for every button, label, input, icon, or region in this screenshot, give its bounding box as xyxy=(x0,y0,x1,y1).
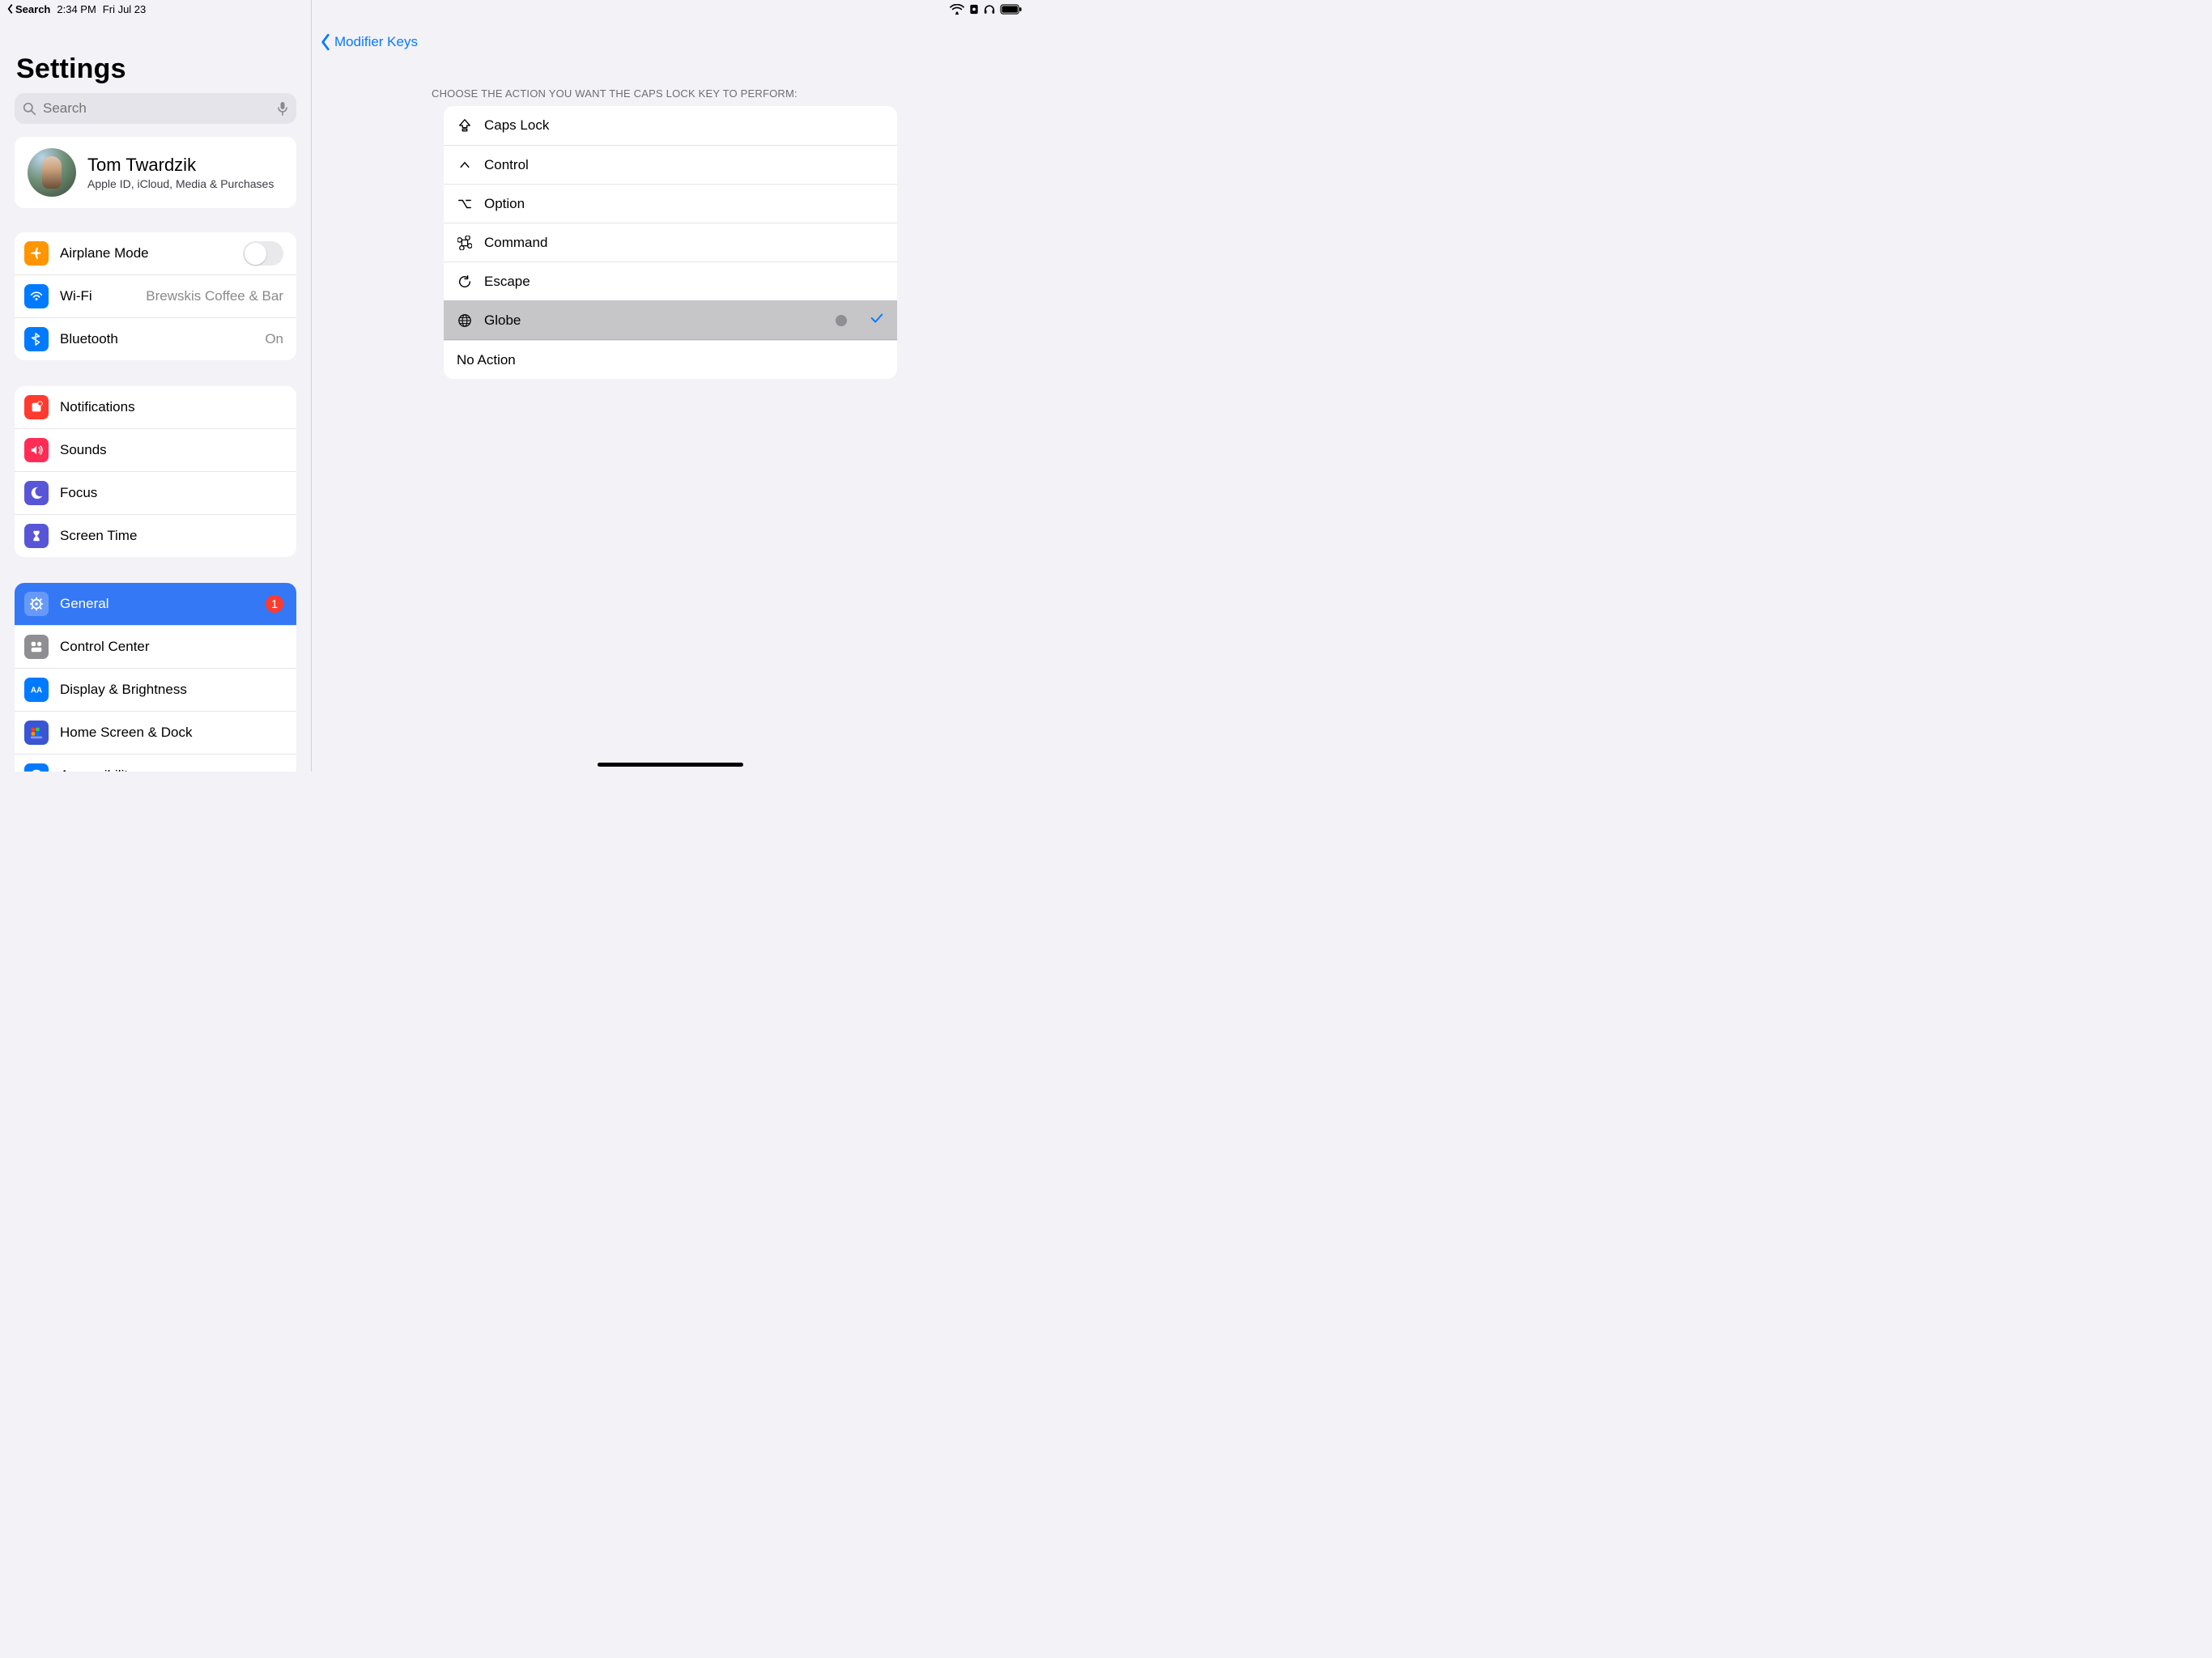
airplane-mode-toggle[interactable] xyxy=(243,241,283,266)
caps-lock-option-caps-lock[interactable]: Caps Lock xyxy=(444,106,897,145)
nav-bar: Modifier Keys xyxy=(312,24,1029,60)
globe-icon xyxy=(457,313,473,328)
option-icon xyxy=(457,198,473,210)
sidebar-item-display-brightness[interactable]: AA Display & Brightness xyxy=(15,668,296,711)
sidebar-item-label: Sounds xyxy=(60,442,283,458)
screen-time-icon xyxy=(24,524,49,548)
control-center-icon xyxy=(24,635,49,659)
page-title: Settings xyxy=(16,53,296,85)
option-label: No Action xyxy=(457,352,884,368)
caps-lock-icon xyxy=(457,118,473,133)
sidebar-item-notifications[interactable]: Notifications xyxy=(15,386,296,428)
option-label: Command xyxy=(484,235,884,251)
avatar xyxy=(28,148,76,197)
profile-subtitle: Apple ID, iCloud, Media & Purchases xyxy=(87,177,274,190)
option-label: Caps Lock xyxy=(484,117,884,134)
sidebar-item-label: Notifications xyxy=(60,399,283,415)
general-icon xyxy=(24,592,49,616)
option-label: Escape xyxy=(484,274,884,290)
search-input[interactable] xyxy=(43,100,270,117)
sidebar-item-control-center[interactable]: Control Center xyxy=(15,625,296,668)
sidebar-item-label: Bluetooth xyxy=(60,331,253,347)
caps-lock-option-control[interactable]: Control xyxy=(444,145,897,184)
search-field[interactable] xyxy=(15,93,296,124)
caps-lock-option-globe[interactable]: Globe xyxy=(444,300,897,340)
airplane-mode-icon xyxy=(24,241,49,266)
wi-fi-icon xyxy=(24,284,49,308)
caps-lock-action-list: Caps Lock Control Option Command Escape Globe… xyxy=(444,106,897,379)
search-icon xyxy=(23,102,36,116)
sidebar-item-screen-time[interactable]: Screen Time xyxy=(15,514,296,557)
sidebar-item-label: Home Screen & Dock xyxy=(60,725,283,741)
control-icon xyxy=(457,159,473,172)
settings-sidebar: Settings Tom Twardzik Apple ID, iCloud, … xyxy=(0,0,312,772)
sidebar-item-airplane-mode[interactable]: Airplane Mode xyxy=(15,232,296,274)
caps-lock-option-option[interactable]: Option xyxy=(444,184,897,223)
caps-lock-option-escape[interactable]: Escape xyxy=(444,261,897,300)
checkmark-icon xyxy=(870,312,884,329)
caps-lock-option-no-action[interactable]: No Action xyxy=(444,340,897,379)
detail-pane: Modifier Keys CHOOSE THE ACTION YOU WANT… xyxy=(312,0,1029,772)
option-label: Globe xyxy=(484,312,824,329)
sidebar-item-label: Control Center xyxy=(60,639,283,655)
sidebar-item-sounds[interactable]: Sounds xyxy=(15,428,296,471)
accessibility-icon xyxy=(24,763,49,772)
sidebar-item-label: Display & Brightness xyxy=(60,682,283,698)
notifications-icon xyxy=(24,395,49,419)
sidebar-item-value: Brewskis Coffee & Bar xyxy=(146,288,283,304)
sidebar-item-accessibility[interactable]: Accessibility xyxy=(15,754,296,772)
sidebar-item-value: On xyxy=(265,331,283,347)
option-label: Option xyxy=(484,196,884,212)
profile-name: Tom Twardzik xyxy=(87,155,274,176)
sidebar-item-label: Focus xyxy=(60,485,283,501)
sidebar-item-home-screen-dock[interactable]: Home Screen & Dock xyxy=(15,711,296,754)
sidebar-item-bluetooth[interactable]: Bluetooth On xyxy=(15,317,296,360)
home-screen-dock-icon xyxy=(24,721,49,745)
sidebar-item-label: Accessibility xyxy=(60,767,283,772)
sidebar-item-label: Wi-Fi xyxy=(60,288,134,304)
focus-icon xyxy=(24,481,49,505)
sidebar-item-label: General xyxy=(60,596,254,612)
back-label: Modifier Keys xyxy=(334,34,418,50)
option-label: Control xyxy=(484,157,884,173)
apple-id-card[interactable]: Tom Twardzik Apple ID, iCloud, Media & P… xyxy=(15,137,296,208)
dictation-icon[interactable] xyxy=(277,101,288,116)
sidebar-item-wi-fi[interactable]: Wi-Fi Brewskis Coffee & Bar xyxy=(15,274,296,317)
escape-icon xyxy=(457,274,473,289)
badge: 1 xyxy=(266,595,283,613)
home-indicator[interactable] xyxy=(598,763,743,767)
command-icon xyxy=(457,236,473,250)
sounds-icon xyxy=(24,438,49,462)
chevron-left-icon xyxy=(320,33,331,51)
sidebar-item-label: Airplane Mode xyxy=(60,245,232,261)
display-brightness-icon: AA xyxy=(24,678,49,702)
section-header: CHOOSE THE ACTION YOU WANT THE CAPS LOCK… xyxy=(417,60,924,106)
sidebar-item-general[interactable]: General 1 xyxy=(15,583,296,625)
caps-lock-option-command[interactable]: Command xyxy=(444,223,897,261)
svg-text:AA: AA xyxy=(31,687,42,695)
touch-indicator-icon xyxy=(836,315,847,326)
sidebar-item-label: Screen Time xyxy=(60,528,283,544)
back-button[interactable]: Modifier Keys xyxy=(320,33,418,51)
bluetooth-icon xyxy=(24,327,49,351)
sidebar-item-focus[interactable]: Focus xyxy=(15,471,296,514)
